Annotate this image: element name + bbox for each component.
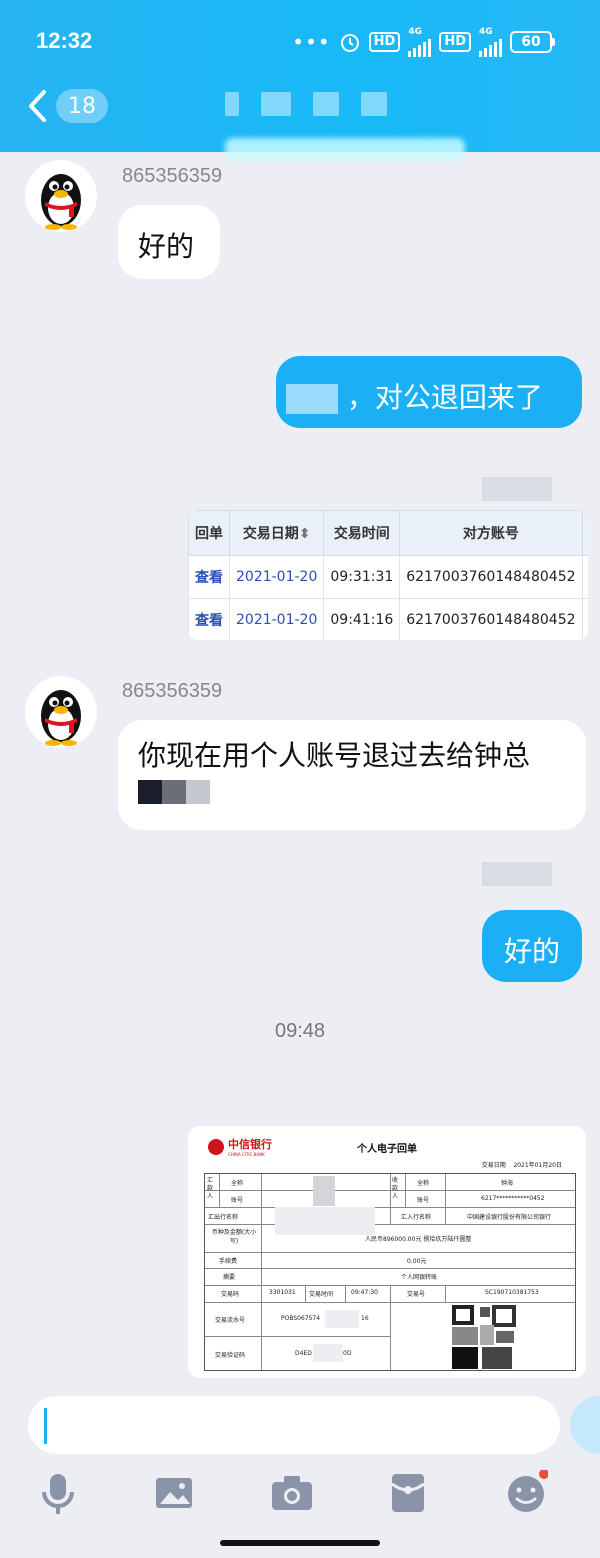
camera-icon — [272, 1476, 312, 1510]
penguin-avatar-icon — [41, 174, 81, 230]
text-cursor — [44, 1408, 47, 1444]
sort-icon: ⬍ — [298, 526, 311, 542]
message-text: 你现在用个人账号退过去给钟总 — [138, 739, 531, 772]
chat-title-redacted — [225, 92, 425, 118]
header-glow — [225, 138, 465, 160]
table-header: 对 — [581, 510, 588, 556]
more-dots-icon: ••• — [292, 30, 331, 54]
camera-button[interactable] — [270, 1470, 314, 1516]
back-button[interactable] — [26, 88, 56, 124]
table-cell — [581, 555, 588, 599]
unread-count-badge[interactable]: 18 — [56, 89, 108, 123]
message-bubble[interactable]: 好的 — [118, 205, 220, 279]
table-cell: 09:31:31 — [323, 555, 401, 599]
emoji-icon — [508, 1469, 549, 1512]
redacted-text — [138, 780, 586, 804]
input-toolbar — [0, 1469, 600, 1530]
battery-icon: 60 — [510, 31, 555, 53]
signal-icon-2: 4G — [479, 27, 502, 57]
receipt-title: 个人电子回单 — [357, 1144, 417, 1155]
status-time: 12:32 — [36, 28, 93, 53]
time-separator: 09:48 — [274, 1020, 326, 1042]
message-text: 好的 — [504, 935, 561, 968]
signal-icon-1: 4G — [408, 27, 432, 57]
sender-name: 865356359 — [122, 165, 223, 187]
message-text: 好的 — [138, 230, 195, 263]
transaction-table: 回单 交易日期⬍ 交易时间 对方账号 对 查看 2021-01-20 09:31… — [188, 510, 588, 640]
photo-button[interactable] — [152, 1470, 196, 1516]
send-button[interactable] — [570, 1396, 600, 1454]
table-cell: 09:41:16 — [323, 598, 401, 640]
table-row: 查看 2021-01-20 09:41:16 62170037601484804… — [188, 598, 588, 640]
sender-name: 865356359 — [122, 680, 223, 702]
alarm-icon — [340, 34, 359, 52]
transaction-table-image[interactable]: 回单 交易日期⬍ 交易时间 对方账号 对 查看 2021-01-20 09:31… — [188, 510, 588, 640]
view-receipt-link[interactable]: 查看 — [188, 555, 230, 599]
avatar[interactable] — [25, 160, 97, 232]
message-bubble[interactable]: 你现在用个人账号退过去给钟总 — [118, 720, 586, 830]
status-icons: ••• HD 4G HD 4G 60 — [292, 27, 555, 57]
redacted-name — [286, 384, 338, 414]
view-receipt-link[interactable]: 查看 — [188, 598, 230, 640]
home-indicator[interactable] — [220, 1540, 380, 1546]
table-header: 回单 — [188, 510, 230, 556]
table-header-date: 交易日期⬍ — [228, 510, 325, 556]
table-cell: 2021-01-20 — [228, 598, 325, 640]
redacted-timestamp — [482, 477, 552, 501]
receipt-date: 交易日期 2021年01月20日 — [481, 1162, 562, 1169]
image-icon — [156, 1478, 192, 1508]
redacted-timestamp — [482, 862, 552, 886]
penguin-avatar-icon — [41, 690, 81, 746]
table-cell — [581, 598, 588, 640]
message-input[interactable] — [28, 1396, 560, 1454]
table-cell: 2021-01-20 — [228, 555, 325, 599]
emoji-button[interactable] — [504, 1469, 549, 1516]
table-header: 对方账号 — [399, 510, 583, 556]
microphone-icon — [42, 1474, 74, 1514]
avatar[interactable] — [25, 676, 97, 748]
chevron-left-icon — [29, 90, 46, 122]
hd-badge-2: HD — [439, 32, 471, 52]
hd-badge-1: HD — [368, 32, 401, 52]
table-cell: 6217003760148480452 — [399, 555, 583, 599]
table-header: 交易时间 — [323, 510, 401, 556]
message-text: ，对公退回来了 — [346, 381, 543, 414]
qr-code-icon — [446, 1303, 518, 1369]
message-bubble-outgoing[interactable]: ，对公退回来了 — [276, 356, 582, 428]
bank-receipt-image[interactable]: 中信银行 CHINA CITIC BANK 个人电子回单 交易日期 2021年0… — [188, 1126, 586, 1378]
red-packet-button[interactable] — [386, 1470, 430, 1516]
table-cell: 6217003760148480452 — [399, 598, 583, 640]
red-packet-icon — [391, 1474, 425, 1512]
receipt-grid: 汇款人 全称 账号 收款人 全称 账号 钟海 6217***********04… — [204, 1173, 576, 1371]
chat-header: 12:32 ••• HD 4G HD 4G 60 18 — [0, 0, 600, 160]
table-row: 查看 2021-01-20 09:31:31 62170037601484804… — [188, 555, 588, 599]
voice-button[interactable] — [36, 1470, 80, 1516]
message-bubble-outgoing[interactable]: 好的 — [482, 910, 582, 982]
